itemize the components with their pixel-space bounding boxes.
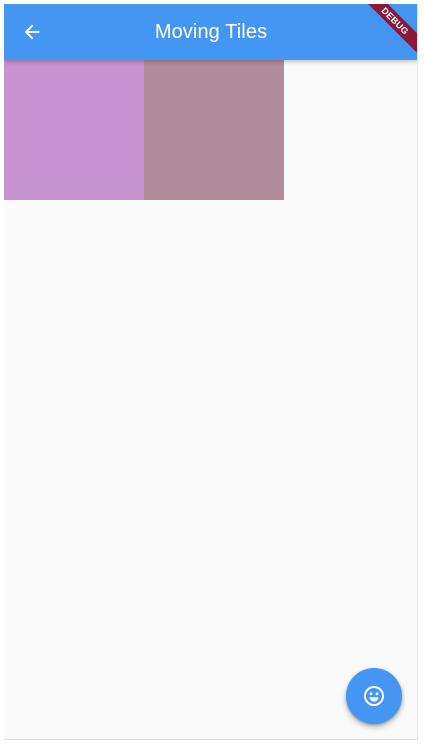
- smiley-face-icon: [364, 686, 384, 706]
- debug-banner-label: DEBUG: [358, 4, 417, 58]
- debug-banner: DEBUG: [357, 4, 417, 64]
- tile-mauve: [144, 60, 284, 200]
- app-screen: Moving Tiles DEBUG: [4, 4, 418, 740]
- app-bar: Moving Tiles: [4, 4, 417, 60]
- swap-tiles-fab[interactable]: [346, 668, 402, 724]
- tile-purple: [4, 60, 144, 200]
- tiles-row: [4, 60, 284, 200]
- page-title: Moving Tiles: [154, 21, 268, 43]
